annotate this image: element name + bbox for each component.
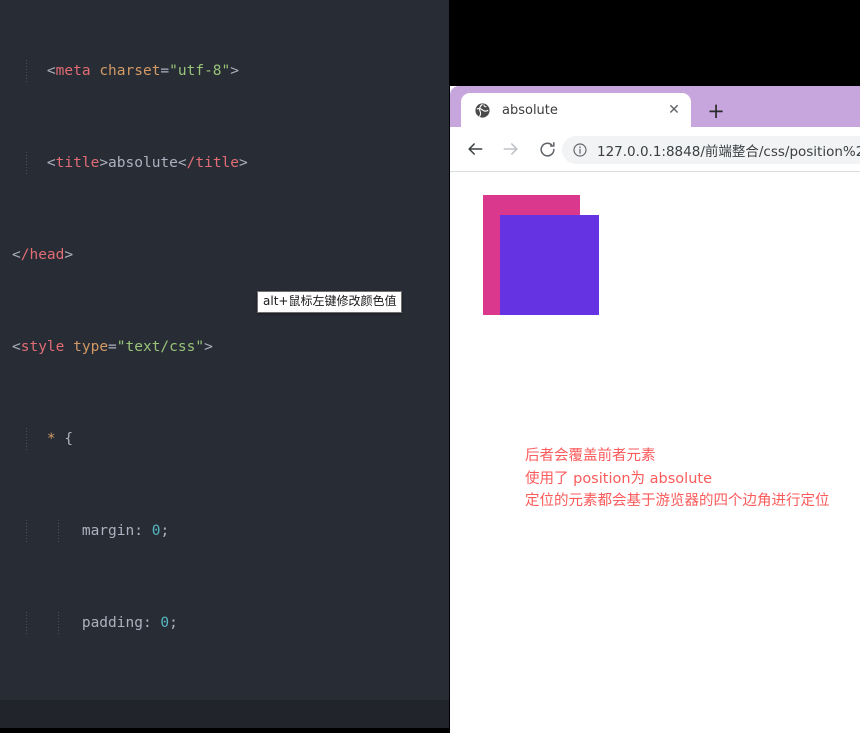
reload-button[interactable] xyxy=(532,134,562,164)
browser-tab-absolute[interactable]: absolute ✕ xyxy=(461,93,691,127)
editor-footer-strip xyxy=(0,728,449,733)
close-icon[interactable]: ✕ xyxy=(663,99,685,121)
address-bar[interactable]: 127.0.0.1:8848/前端整合/css/position%20 xyxy=(562,136,860,164)
token-title-text: absolute xyxy=(108,155,178,171)
code-line: </head> xyxy=(0,244,449,267)
color-picker-tooltip: alt+鼠标左键修改颜色值 xyxy=(257,291,402,313)
arrow-left-icon xyxy=(465,139,485,159)
code-line: <meta charset="utf-8"> xyxy=(0,60,449,83)
token-selector-universal: * xyxy=(47,431,56,447)
code-text[interactable]: <meta charset="utf-8"> <title>absolute</… xyxy=(0,0,449,700)
globe-icon xyxy=(474,102,491,119)
forward-button[interactable] xyxy=(496,134,526,164)
token-val-zero: 0 xyxy=(160,615,169,631)
reload-icon xyxy=(538,140,557,159)
token-meta-attr: charset xyxy=(99,63,160,79)
code-line: margin: 0; xyxy=(0,520,449,543)
editor-status-bar xyxy=(0,700,449,728)
browser-tab-title: absolute xyxy=(502,103,663,118)
code-line: padding: 0; xyxy=(0,612,449,635)
code-line: * { xyxy=(0,428,449,451)
annotation-line-1: 后者会覆盖前者元素 xyxy=(525,445,855,468)
new-tab-button[interactable]: + xyxy=(702,97,730,125)
arrow-right-icon xyxy=(501,139,521,159)
token-style-attr: type xyxy=(73,339,108,355)
code-line: <style type="text/css"> xyxy=(0,336,449,359)
token-style-open: style xyxy=(21,339,65,355)
token-prop-padding: padding xyxy=(82,615,143,631)
info-circle-icon[interactable] xyxy=(572,142,588,158)
annotation-line-2: 使用了 position为 absolute xyxy=(525,468,855,491)
rendered-page-viewport[interactable]: 后者会覆盖前者元素 使用了 position为 absolute 定位的元素都会… xyxy=(450,173,860,733)
code-line: <title>absolute</head/title> xyxy=(0,152,449,175)
demo-box-test xyxy=(500,215,599,315)
code-editor-pane[interactable]: <meta charset="utf-8"> <title>absolute</… xyxy=(0,0,449,700)
token-style-attr-value: "text/css" xyxy=(117,339,204,355)
annotation-line-3: 定位的元素都会基于游览器的四个边角进行定位 xyxy=(525,490,855,513)
browser-window[interactable]: absolute ✕ + 127.0.0.1:8848 xyxy=(450,86,860,733)
browser-tab-strip: absolute ✕ + xyxy=(450,86,860,127)
annotation-text: 后者会覆盖前者元素 使用了 position为 absolute 定位的元素都会… xyxy=(525,445,855,513)
address-bar-url: 127.0.0.1:8848/前端整合/css/position%20 xyxy=(597,140,860,160)
token-meta-tag: meta xyxy=(56,63,91,79)
token-prop-margin: margin xyxy=(82,523,134,539)
token-head-close: /head xyxy=(21,247,65,263)
back-button[interactable] xyxy=(460,134,490,164)
token-meta-value: "utf-8" xyxy=(169,63,230,79)
token-title-close-tag: title xyxy=(195,155,239,171)
token-title-tag: title xyxy=(56,155,100,171)
